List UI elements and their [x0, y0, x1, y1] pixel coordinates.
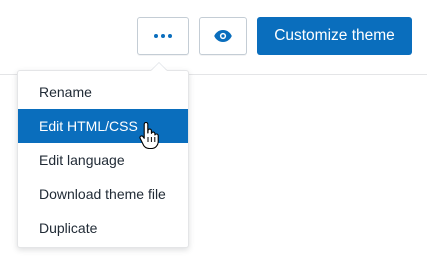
- ellipsis-icon: [154, 34, 172, 38]
- top-bar: Customize theme: [0, 0, 427, 74]
- customize-theme-button[interactable]: Customize theme: [257, 17, 412, 55]
- menu-item-rename[interactable]: Rename: [18, 75, 188, 109]
- menu-item-duplicate[interactable]: Duplicate: [18, 211, 188, 245]
- more-actions-button[interactable]: [137, 17, 189, 55]
- menu-item-edit-language[interactable]: Edit language: [18, 143, 188, 177]
- more-actions-menu: Rename Edit HTML/CSS Edit language Downl…: [17, 70, 189, 248]
- eye-icon: [214, 30, 232, 42]
- preview-button[interactable]: [199, 17, 247, 55]
- menu-item-edit-html-css[interactable]: Edit HTML/CSS: [18, 109, 188, 143]
- menu-item-download-theme-file[interactable]: Download theme file: [18, 177, 188, 211]
